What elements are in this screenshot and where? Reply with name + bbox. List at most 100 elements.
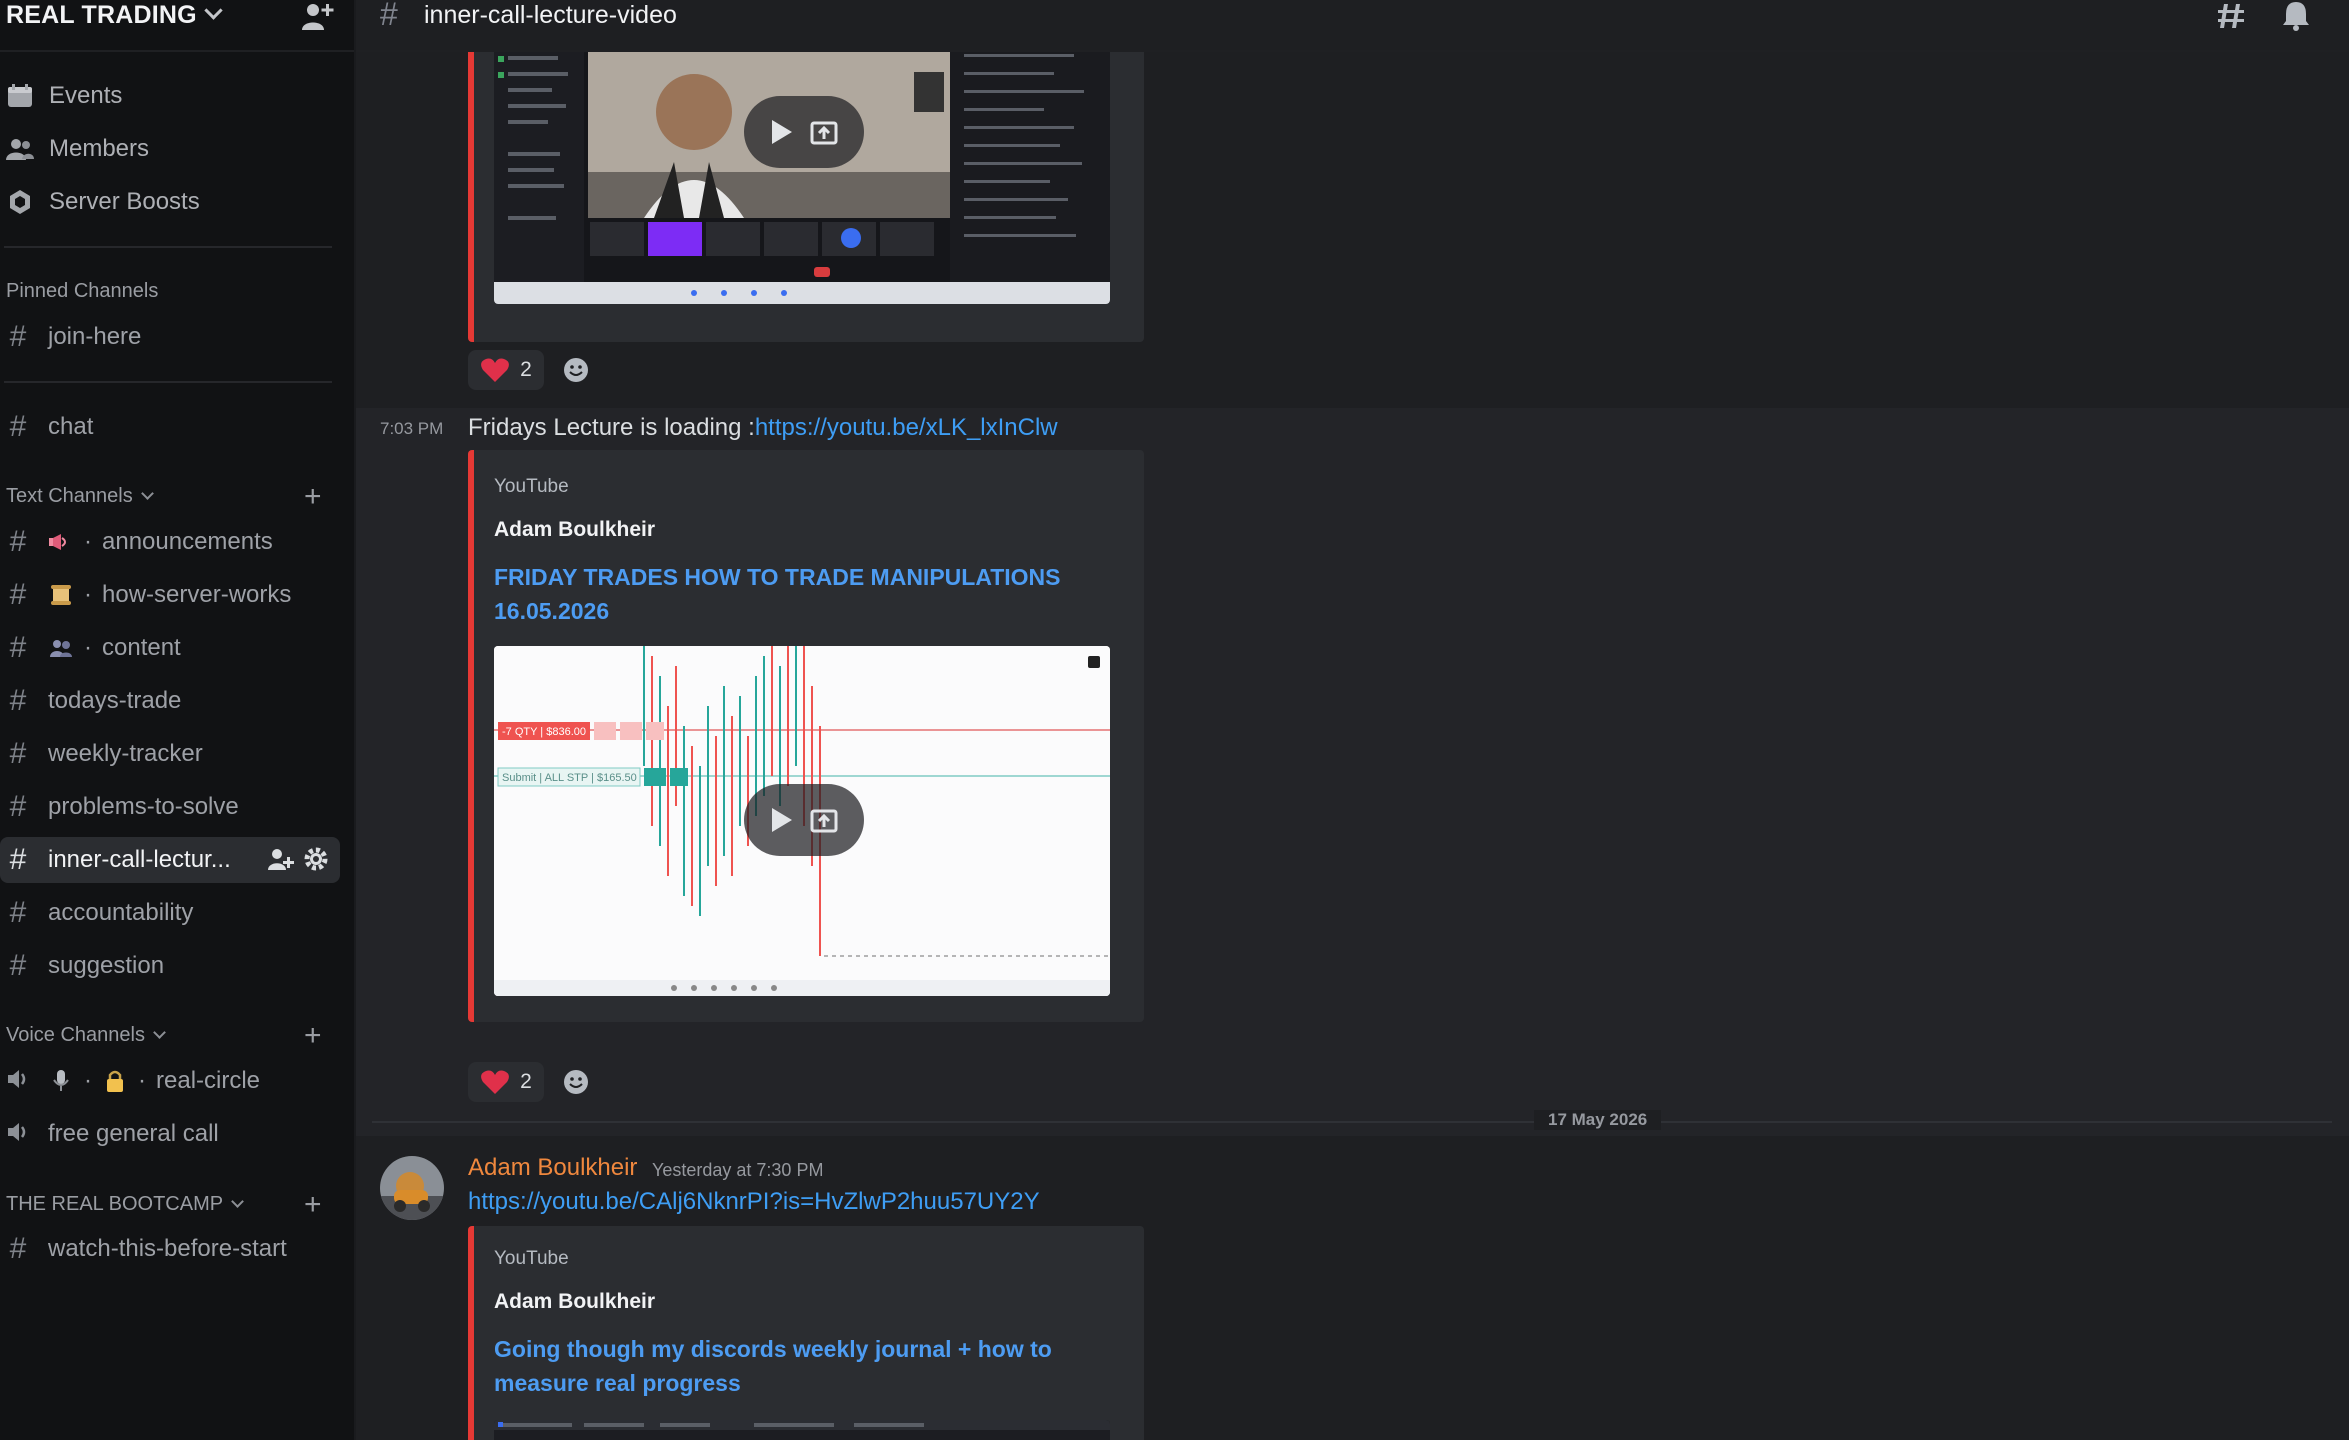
gear-icon[interactable] — [302, 845, 330, 873]
avatar-image — [380, 1156, 444, 1220]
sidebar-divider — [4, 381, 332, 383]
channel-label: watch-this-before-start — [48, 1235, 287, 1262]
date-divider-label: 17 May 2026 — [1534, 1110, 1662, 1130]
server-name[interactable]: REAL TRADING — [6, 0, 223, 30]
channel-how-server-works[interactable]: # · how-server-works — [0, 572, 340, 618]
hash-icon: # — [9, 525, 27, 558]
nav-server-boosts[interactable]: Server Boosts — [0, 182, 340, 222]
separator-dot: · — [84, 634, 92, 661]
channel-watch-this-before-start[interactable]: # watch-this-before-start — [0, 1226, 340, 1272]
channel-free-general-call[interactable]: free general call — [0, 1111, 340, 1157]
avatar[interactable] — [380, 1156, 444, 1220]
category-pinned-label: Pinned Channels — [6, 280, 159, 302]
add-reaction-button[interactable] — [556, 350, 596, 390]
lock-icon — [102, 1068, 128, 1094]
category-bootcamp-label: THE REAL BOOTCAMP — [6, 1193, 224, 1215]
channel-real-circle[interactable]: · · real-circle — [0, 1058, 340, 1104]
channel-announcements[interactable]: # · announcements — [0, 519, 340, 565]
message-link[interactable]: https://youtu.be/CAlj6NknrPI?is=HvZlwP2h… — [468, 1188, 1040, 1216]
date-divider — [372, 1121, 2332, 1123]
people-icon — [48, 635, 74, 661]
order-label-submit: Submit | ALL STP | $165.50 — [502, 772, 637, 784]
channel-label: suggestion — [48, 952, 165, 979]
embed-title-link[interactable]: FRIDAY TRADES HOW TO TRADE MANIPULATIONS… — [494, 560, 1094, 628]
message-author[interactable]: Adam Boulkheir — [468, 1154, 637, 1182]
channel-inner-call-lecture-video[interactable]: # inner-call-lectur... — [0, 837, 340, 883]
category-text-channels[interactable]: Text Channels — [6, 485, 154, 508]
category-voice-channels[interactable]: Voice Channels — [6, 1024, 166, 1047]
create-channel-plus-icon[interactable]: + — [304, 1190, 322, 1220]
heart-reaction[interactable]: 2 — [468, 350, 544, 390]
nav-members-label: Members — [49, 135, 150, 162]
smiley-icon — [564, 358, 588, 382]
channel-sidebar: REAL TRADING Events Members Server Boost… — [0, 0, 356, 1440]
video-thumbnail[interactable] — [494, 52, 1110, 304]
members-icon — [5, 134, 35, 164]
hash-icon: # — [9, 320, 27, 353]
nav-members[interactable]: Members — [0, 129, 340, 169]
separator-dot: · — [84, 528, 92, 555]
megaphone-icon — [48, 529, 74, 555]
channel-join-here[interactable]: # join-here — [0, 314, 340, 360]
scroll-icon — [48, 582, 74, 608]
channel-label: accountability — [48, 899, 194, 926]
category-text-label: Text Channels — [6, 485, 133, 507]
message-link[interactable]: https://youtu.be/xLK_lxInClw — [755, 414, 1058, 441]
message-timestamp: Yesterday at 7:30 PM — [652, 1160, 824, 1180]
chevron-down-icon — [140, 487, 154, 500]
calendar-icon — [5, 81, 35, 111]
nav-events-label: Events — [49, 82, 123, 109]
bell-icon[interactable] — [2280, 0, 2312, 32]
channel-accountability[interactable]: # accountability — [0, 890, 340, 936]
video-thumbnail[interactable]: -7 QTY | $836.00 Submit | ALL STP | $165… — [494, 646, 1110, 996]
play-button[interactable] — [744, 96, 864, 168]
create-channel-plus-icon[interactable]: + — [304, 1021, 322, 1051]
embed-provider[interactable]: YouTube — [494, 476, 569, 498]
hash-icon: # — [9, 410, 27, 443]
create-invite-icon[interactable] — [266, 845, 294, 873]
heart-icon — [481, 1070, 510, 1094]
hash-icon: # — [9, 737, 27, 770]
channel-actions — [266, 845, 330, 873]
heart-reaction[interactable]: 2 — [468, 1062, 544, 1102]
channel-suggestion[interactable]: # suggestion — [0, 943, 340, 989]
hash-icon: # — [9, 949, 27, 982]
create-channel-plus-icon[interactable]: + — [304, 482, 322, 512]
hash-icon: # — [380, 0, 398, 32]
category-voice-label: Voice Channels — [6, 1024, 145, 1046]
channel-weekly-tracker[interactable]: # weekly-tracker — [0, 731, 340, 777]
channel-label: join-here — [48, 323, 142, 350]
channel-chat[interactable]: # chat — [0, 404, 340, 450]
invite-people-icon[interactable] — [300, 0, 334, 34]
embed-author[interactable]: Adam Boulkheir — [494, 1290, 655, 1314]
channel-label: problems-to-solve — [48, 793, 239, 820]
hash-icon: # — [9, 843, 27, 876]
play-icon — [772, 808, 792, 832]
threads-icon[interactable] — [2218, 0, 2250, 32]
hash-icon: # — [9, 896, 27, 929]
channel-problems-to-solve[interactable]: # problems-to-solve — [0, 784, 340, 830]
category-real-bootcamp[interactable]: THE REAL BOOTCAMP — [6, 1193, 244, 1216]
hash-icon: # — [9, 1232, 27, 1265]
chevron-down-icon — [204, 1, 223, 20]
order-label-sell: -7 QTY | $836.00 — [502, 726, 586, 738]
channel-todays-trade[interactable]: # todays-trade — [0, 678, 340, 724]
speaker-icon — [6, 1056, 30, 1106]
channel-content[interactable]: # · content — [0, 625, 340, 671]
chevron-down-icon — [231, 1195, 244, 1208]
add-reaction-button[interactable] — [556, 1062, 596, 1102]
nav-events[interactable]: Events — [0, 76, 340, 116]
open-external-icon — [810, 121, 838, 145]
channel-label: inner-call-lectur... — [48, 846, 231, 873]
separator-dot: · — [84, 581, 92, 608]
speaker-icon — [6, 1109, 30, 1159]
message-list: 2 7:03 PM Fridays Lecture is loading :ht… — [356, 52, 2349, 1440]
embed-provider[interactable]: YouTube — [494, 1248, 569, 1270]
server-header[interactable]: REAL TRADING — [0, 0, 354, 52]
embed-title-link[interactable]: Going though my discords weekly journal … — [494, 1332, 1094, 1400]
category-pinned: Pinned Channels — [6, 280, 158, 303]
play-button[interactable] — [744, 784, 864, 856]
embed-author[interactable]: Adam Boulkheir — [494, 518, 655, 542]
microphone-icon — [48, 1068, 74, 1094]
video-thumbnail[interactable] — [494, 1420, 1110, 1440]
